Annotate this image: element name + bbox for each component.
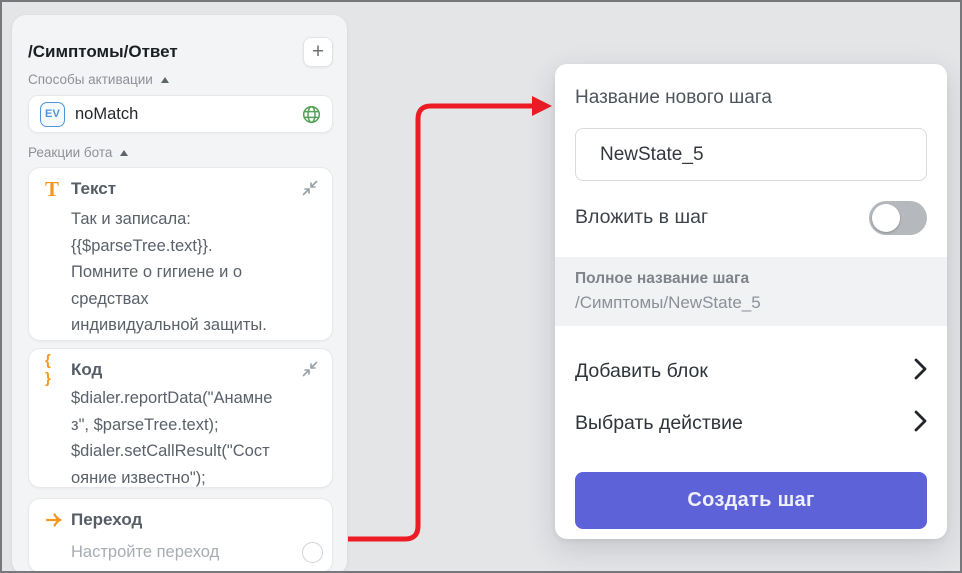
triangle-up-icon xyxy=(160,77,169,83)
new-step-modal: Название нового шага Вложить в шаг Полно… xyxy=(555,64,947,539)
full-name-value: /Симптомы/NewState_5 xyxy=(575,293,761,312)
block-header: T Текст xyxy=(45,177,318,201)
connection-point[interactable] xyxy=(302,542,323,563)
transition-arrow-icon xyxy=(45,512,63,528)
chevron-right-icon xyxy=(913,409,927,438)
nest-toggle-label: Вложить в шаг xyxy=(575,206,709,228)
nest-toggle[interactable] xyxy=(869,200,927,235)
activation-section-label: Способы активации xyxy=(28,72,153,87)
trigger-row-nomatch[interactable]: EV noMatch xyxy=(28,95,333,133)
block-title: Код xyxy=(71,360,103,379)
collapse-icon[interactable] xyxy=(302,180,318,201)
reactions-section-header[interactable]: Реакции бота xyxy=(28,145,333,160)
nest-toggle-row: Вложить в шаг xyxy=(575,200,927,235)
full-name-label: Полное название шага xyxy=(575,270,750,287)
block-card-transition[interactable]: Переход Настройте переход xyxy=(28,498,333,571)
event-badge-icon: EV xyxy=(40,101,65,127)
text-block-body: Так и записала: {{$parseTree.text}}. Пом… xyxy=(71,210,267,334)
add-block-button[interactable]: + xyxy=(303,37,333,67)
transition-placeholder: Настройте переход xyxy=(71,543,220,561)
full-name-section: Полное название шага /Симптомы/NewState_… xyxy=(555,257,947,326)
menu-item-label: Выбрать действие xyxy=(575,411,743,434)
state-title: /Симптомы/Ответ xyxy=(28,42,178,61)
create-step-button[interactable]: Создать шаг xyxy=(575,472,927,529)
trigger-name: noMatch xyxy=(75,104,139,123)
modal-title: Название нового шага xyxy=(575,87,772,108)
transition-row: Настройте переход xyxy=(71,542,323,563)
block-header: { } Код xyxy=(45,352,318,387)
block-header: Переход xyxy=(45,510,316,529)
triangle-up-icon xyxy=(120,150,129,156)
menu-item-label: Добавить блок xyxy=(575,359,708,382)
block-title: Текст xyxy=(71,179,117,198)
menu-item-select-action[interactable]: Выбрать действие xyxy=(575,409,927,438)
reactions-section-label: Реакции бота xyxy=(28,145,113,160)
activation-section-header[interactable]: Способы активации xyxy=(28,72,333,87)
plus-icon: + xyxy=(311,40,325,63)
collapse-icon[interactable] xyxy=(302,361,318,382)
menu-item-add-block[interactable]: Добавить блок xyxy=(575,357,927,386)
block-card-text[interactable]: T Текст Так и записала: {{$parseTree.tex… xyxy=(28,167,333,341)
text-block-icon: T xyxy=(45,177,60,201)
chevron-right-icon xyxy=(913,357,927,386)
code-block-icon: { } xyxy=(45,352,52,387)
globe-icon xyxy=(302,105,321,124)
state-card: /Симптомы/Ответ + Способы активации EV n… xyxy=(12,15,347,571)
step-name-input[interactable] xyxy=(575,128,927,181)
code-block-body: $dialer.reportData("Анамне з", $parseTre… xyxy=(71,389,273,487)
toggle-knob xyxy=(872,203,900,232)
flow-editor-screen: /Симптомы/Ответ + Способы активации EV n… xyxy=(0,0,962,573)
block-title: Переход xyxy=(71,510,143,529)
state-card-header: /Симптомы/Ответ + xyxy=(28,37,333,67)
block-card-code[interactable]: { } Код $dialer.reportData("Анамне з", $… xyxy=(28,348,333,488)
